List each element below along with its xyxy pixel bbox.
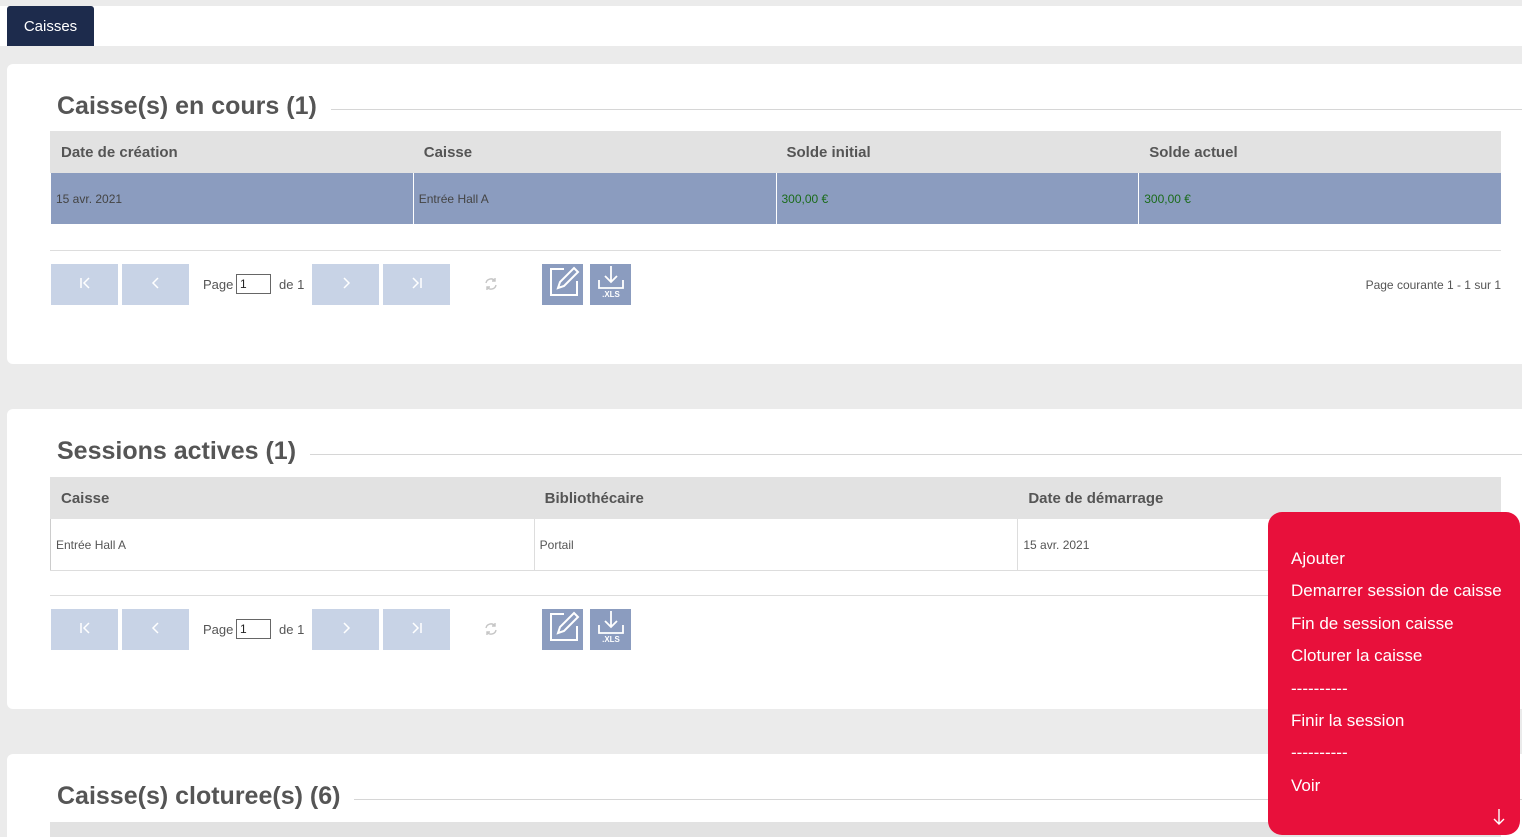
last-page-button[interactable] [383, 264, 450, 305]
page-total-label: de 1 [279, 277, 305, 292]
column-header-solde-actuel[interactable]: Solde actuel [1138, 131, 1501, 173]
column-header-date-creation[interactable]: Date de création [50, 131, 413, 173]
previous-page-button[interactable] [122, 609, 189, 650]
page-label: Page [203, 277, 234, 292]
table-row[interactable]: 15 avr. 2021 Entrée Hall A 300,00 € 300,… [50, 173, 1501, 225]
refresh-icon [481, 623, 501, 643]
xls-label: .XLS [602, 290, 620, 299]
column-header-caisse[interactable]: Caisse [50, 477, 534, 519]
refresh-button[interactable] [481, 274, 501, 294]
cell-bibliothecaire: Portail [533, 519, 1018, 570]
column-header-caisse[interactable]: Caisse [413, 131, 776, 173]
edit-button[interactable] [542, 264, 583, 305]
next-page-icon [339, 619, 353, 640]
previous-page-button[interactable] [122, 264, 189, 305]
menu-item-ajouter[interactable]: Ajouter [1291, 548, 1502, 580]
xls-download-icon: .XLS [596, 609, 626, 650]
page-info: Page courante 1 - 1 sur 1 [1365, 278, 1501, 292]
section-title-caisses-en-cours: Caisse(s) en cours (1) [57, 92, 331, 121]
menu-item-fin-session-caisse[interactable]: Fin de session caisse [1291, 613, 1502, 645]
grid-header: Date de création Caisse Solde initial So… [50, 131, 1501, 173]
page-label: Page [203, 622, 234, 637]
grid-caisses-en-cours: Date de création Caisse Solde initial So… [50, 131, 1501, 225]
cell-solde-actuel: 300,00 € [1138, 173, 1501, 225]
refresh-button[interactable] [481, 619, 501, 639]
cell-date: 15 avr. 2021 [50, 173, 413, 225]
next-page-icon [339, 274, 353, 295]
menu-item-demarrer-session[interactable]: Demarrer session de caisse [1291, 580, 1502, 612]
panel-caisses-en-cours: Caisse(s) en cours (1) Date de création … [7, 64, 1522, 364]
last-page-icon [410, 274, 424, 295]
menu-item-finir-session[interactable]: Finir la session [1291, 710, 1502, 742]
menu-separator: ---------- [1291, 678, 1348, 698]
next-page-button[interactable] [312, 609, 379, 650]
previous-page-icon [149, 619, 163, 640]
first-page-icon [78, 274, 92, 295]
grid-divider [50, 250, 1501, 251]
cell-solde-initial: 300,00 € [775, 173, 1139, 225]
edit-icon [546, 610, 580, 649]
first-page-icon [78, 619, 92, 640]
edit-icon [546, 265, 580, 304]
xls-download-icon: .XLS [596, 264, 626, 305]
column-header-solde-initial[interactable]: Solde initial [776, 131, 1139, 173]
first-page-button[interactable] [51, 609, 118, 650]
previous-page-icon [149, 274, 163, 295]
xls-export-button[interactable]: .XLS [590, 609, 631, 650]
cell-caisse: Entrée Hall A [50, 519, 534, 570]
cell-caisse: Entrée Hall A [412, 173, 776, 225]
menu-item-voir[interactable]: Voir [1291, 775, 1502, 807]
section-title-caisses-cloturees: Caisse(s) cloturee(s) (6) [57, 782, 355, 811]
last-page-icon [410, 619, 424, 640]
next-page-button[interactable] [312, 264, 379, 305]
context-menu: Ajouter Demarrer session de caisse Fin d… [1268, 512, 1520, 835]
last-page-button[interactable] [383, 609, 450, 650]
xls-export-button[interactable]: .XLS [590, 264, 631, 305]
scroll-down-button[interactable] [1491, 807, 1507, 827]
page-number-input[interactable] [236, 274, 271, 294]
page-number-input[interactable] [236, 619, 271, 639]
xls-label: .XLS [602, 635, 620, 644]
first-page-button[interactable] [51, 264, 118, 305]
section-title-sessions-actives: Sessions actives (1) [57, 437, 311, 466]
page-total-label: de 1 [279, 622, 305, 637]
refresh-icon [481, 278, 501, 298]
tab-caisses[interactable]: Caisses [7, 6, 94, 46]
pager: Page de 1 .XLS Page cou [51, 264, 1501, 305]
edit-button[interactable] [542, 609, 583, 650]
menu-item-cloturer-caisse[interactable]: Cloturer la caisse [1291, 645, 1502, 677]
top-tab-bar: Caisses [0, 6, 1522, 46]
menu-separator: ---------- [1291, 743, 1348, 763]
column-header-bibliothecaire[interactable]: Bibliothécaire [534, 477, 1018, 519]
arrow-down-icon [1491, 809, 1507, 831]
